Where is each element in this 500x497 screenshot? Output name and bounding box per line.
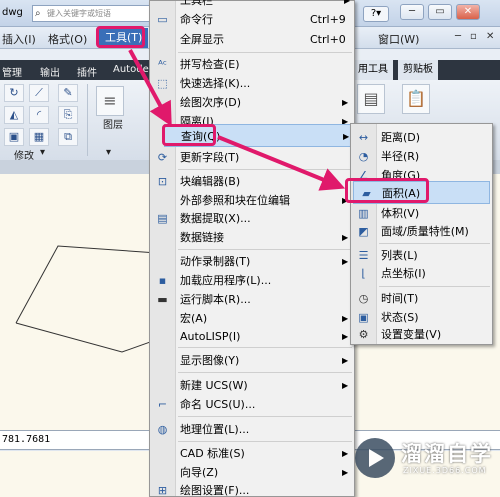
watermark-brand: 溜溜自学 (401, 442, 493, 466)
tutorial-arrows (128, 49, 346, 191)
watermark-url: ZIXUE.3D66.COM (403, 466, 487, 475)
play-logo-icon (355, 438, 395, 478)
watermark: 溜溜自学 ZIXUE.3D66.COM (355, 438, 495, 480)
